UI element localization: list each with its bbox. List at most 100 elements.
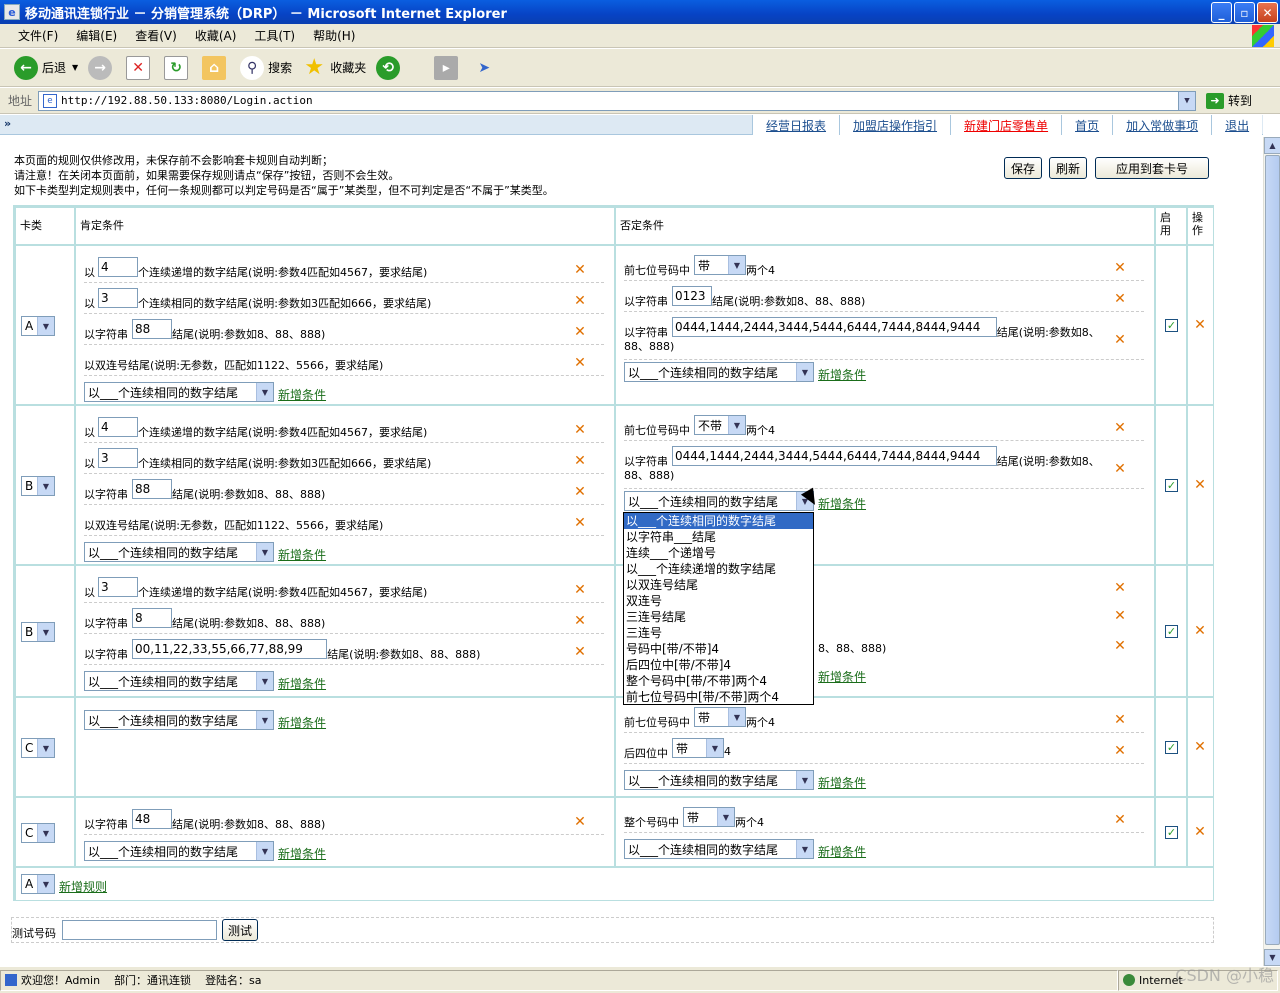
chevron-down-icon[interactable]: ▼	[256, 383, 273, 401]
delete-rule-icon[interactable]: ✕	[1194, 740, 1206, 754]
maximize-button[interactable]: ▫	[1234, 2, 1255, 23]
add-condition-select[interactable]: 以___个连续相同的数字结尾 ▼	[624, 770, 814, 790]
condition-input[interactable]: 4	[98, 257, 138, 277]
vertical-scrollbar[interactable]: ▲ ▼	[1263, 137, 1280, 966]
rule-type-select[interactable]: A ▼	[21, 316, 55, 336]
condition-select[interactable]: 带 ▼	[694, 255, 746, 275]
add-condition-select[interactable]: 以___个连续相同的数字结尾 ▼	[624, 839, 814, 859]
close-button[interactable]: ✕	[1257, 2, 1278, 23]
forward-button[interactable]: →	[88, 55, 116, 80]
chevron-down-icon[interactable]: ▼	[728, 256, 745, 274]
add-condition-link[interactable]: 新增条件	[278, 546, 326, 563]
delete-condition-icon[interactable]: ✕	[1114, 333, 1126, 347]
condition-input[interactable]: 3	[98, 448, 138, 468]
media-button[interactable]: ▸	[434, 55, 462, 80]
delete-condition-icon[interactable]: ✕	[1114, 744, 1126, 758]
nav-link[interactable]: 加入常做事项	[1112, 115, 1211, 135]
test-button[interactable]: 测试	[222, 919, 258, 941]
go-button[interactable]: ➜ 转到	[1206, 92, 1252, 109]
dropdown-option[interactable]: 前七位号码中[带/不带]两个4	[624, 689, 813, 705]
add-condition-link[interactable]: 新增条件	[818, 668, 866, 685]
chevron-down-icon[interactable]: ▼	[256, 672, 273, 690]
condition-select[interactable]: 带 ▼	[683, 807, 735, 827]
delete-condition-icon[interactable]: ✕	[1114, 462, 1126, 476]
menu-item[interactable]: 帮助(H)	[313, 27, 355, 44]
delete-condition-icon[interactable]: ✕	[574, 516, 586, 530]
delete-rule-icon[interactable]: ✕	[1194, 318, 1206, 332]
minimize-button[interactable]: _	[1211, 2, 1232, 23]
add-condition-link[interactable]: 新增条件	[278, 845, 326, 862]
dropdown-option[interactable]: 以字符串___结尾	[624, 529, 813, 545]
chevron-down-icon[interactable]: ▼	[37, 739, 54, 757]
refresh-rules-button[interactable]: 刷新	[1049, 157, 1087, 179]
dropdown-option[interactable]: 双连号	[624, 593, 813, 609]
delete-condition-icon[interactable]: ✕	[1114, 581, 1126, 595]
home-button[interactable]: ⌂	[202, 55, 230, 80]
add-condition-select[interactable]: 以___个连续相同的数字结尾 ▼	[84, 542, 274, 562]
delete-condition-icon[interactable]: ✕	[1114, 261, 1126, 275]
save-button[interactable]: 保存	[1004, 157, 1042, 179]
test-number-input[interactable]	[62, 920, 217, 940]
cursor-tool-button[interactable]: ➤	[472, 56, 500, 80]
delete-condition-icon[interactable]: ✕	[574, 815, 586, 829]
delete-condition-icon[interactable]: ✕	[574, 294, 586, 308]
delete-condition-icon[interactable]: ✕	[1114, 292, 1126, 306]
condition-input[interactable]: 48	[132, 809, 172, 829]
condition-dropdown-list[interactable]: 以___个连续相同的数字结尾 以字符串___结尾 连续___个递增号 以___个连续递…	[623, 512, 814, 705]
scroll-thumb[interactable]	[1265, 155, 1280, 945]
rule-type-select[interactable]: C ▼	[21, 823, 55, 843]
delete-condition-icon[interactable]: ✕	[574, 454, 586, 468]
dropdown-option[interactable]: 以___个连续相同的数字结尾	[624, 513, 813, 529]
chevron-down-icon[interactable]: ▼	[728, 708, 745, 726]
enable-checkbox[interactable]: ✓	[1165, 826, 1178, 839]
add-condition-link[interactable]: 新增条件	[818, 843, 866, 860]
chevron-down-icon[interactable]: ▼	[706, 739, 723, 757]
condition-input[interactable]: 0123	[672, 286, 712, 306]
favorites-button[interactable]: ★ 收藏夹	[302, 55, 366, 80]
new-rule-type-select[interactable]: A ▼	[21, 874, 55, 894]
add-condition-link[interactable]: 新增条件	[278, 386, 326, 403]
delete-condition-icon[interactable]: ✕	[574, 583, 586, 597]
back-button[interactable]: ← 后退 ▼	[14, 55, 78, 80]
delete-condition-icon[interactable]: ✕	[574, 423, 586, 437]
delete-condition-icon[interactable]: ✕	[574, 325, 586, 339]
menu-item[interactable]: 工具(T)	[254, 27, 295, 44]
condition-input[interactable]: 4	[98, 417, 138, 437]
chevron-down-icon[interactable]: ▼	[37, 317, 54, 335]
delete-condition-icon[interactable]: ✕	[574, 614, 586, 628]
delete-rule-icon[interactable]: ✕	[1194, 478, 1206, 492]
add-condition-link[interactable]: 新增条件	[818, 366, 866, 383]
enable-checkbox[interactable]: ✓	[1165, 319, 1178, 332]
chevron-down-icon[interactable]: ▼	[256, 711, 273, 729]
delete-condition-icon[interactable]: ✕	[574, 645, 586, 659]
chevron-down-icon[interactable]: ▼	[37, 824, 54, 842]
nav-link[interactable]: 经营日报表	[752, 115, 839, 135]
chevron-down-icon[interactable]: ▼	[37, 623, 54, 641]
delete-condition-icon[interactable]: ✕	[1114, 639, 1126, 653]
delete-condition-icon[interactable]: ✕	[574, 356, 586, 370]
add-condition-select[interactable]: 以___个连续相同的数字结尾 ▼	[84, 382, 274, 402]
chevron-down-icon[interactable]: ▼	[728, 416, 745, 434]
delete-rule-icon[interactable]: ✕	[1194, 825, 1206, 839]
nav-link[interactable]: 加盟店操作指引	[839, 115, 950, 135]
enable-checkbox[interactable]: ✓	[1165, 625, 1178, 638]
condition-input[interactable]: 00,11,22,33,55,66,77,88,99	[132, 639, 328, 659]
delete-condition-icon[interactable]: ✕	[1114, 421, 1126, 435]
rule-type-select[interactable]: C ▼	[21, 738, 55, 758]
dropdown-option[interactable]: 三连号	[624, 625, 813, 641]
chevron-down-icon[interactable]: ▼	[37, 477, 54, 495]
dropdown-option[interactable]: 号码中[带/不带]4	[624, 641, 813, 657]
add-condition-link[interactable]: 新增条件	[818, 495, 866, 512]
delete-condition-icon[interactable]: ✕	[1114, 609, 1126, 623]
stop-button[interactable]: ✕	[126, 55, 154, 80]
apply-button[interactable]: 应用到套卡号	[1095, 157, 1209, 179]
add-condition-select[interactable]: 以___个连续相同的数字结尾 ▼	[84, 671, 274, 691]
condition-select[interactable]: 带 ▼	[672, 738, 724, 758]
dropdown-option[interactable]: 三连号结尾	[624, 609, 813, 625]
rule-type-select[interactable]: B ▼	[21, 476, 55, 496]
chevron-down-icon[interactable]: ▼	[256, 543, 273, 561]
chevron-down-icon[interactable]: ▼	[717, 808, 734, 826]
add-condition-select[interactable]: 以___个连续相同的数字结尾 ▼	[624, 362, 814, 382]
condition-input[interactable]: 0444,1444,2444,3444,5444,6444,7444,8444,…	[672, 446, 997, 466]
menu-item[interactable]: 收藏(A)	[195, 27, 237, 44]
